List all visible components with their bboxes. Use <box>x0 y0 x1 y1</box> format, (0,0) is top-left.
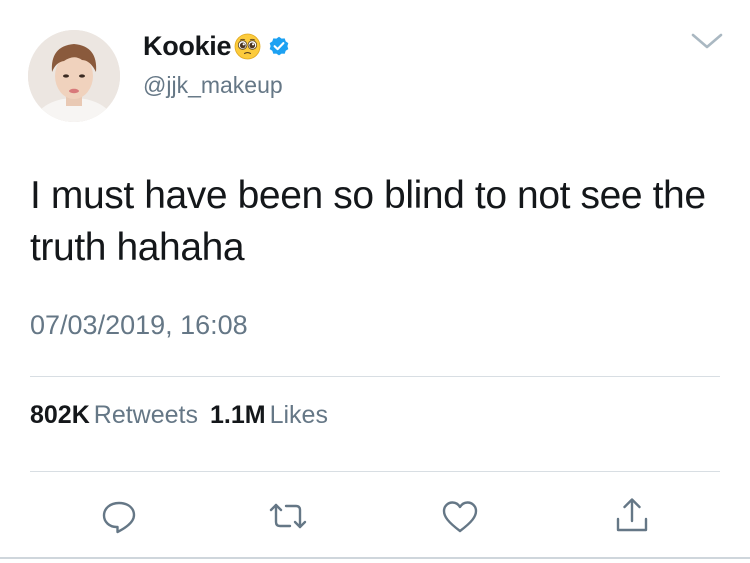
name-row: Kookie <box>143 29 290 63</box>
retweets-label: Retweets <box>93 401 198 429</box>
handle[interactable]: @jjk_makeup <box>143 72 283 99</box>
tweet-text: I must have been so blind to not see the… <box>30 174 706 269</box>
likes-count: 1.1M <box>209 401 266 429</box>
retweet-icon <box>269 503 307 529</box>
reply-button[interactable] <box>98 495 142 539</box>
likes-label: Likes <box>269 401 328 429</box>
action-bar <box>0 495 750 541</box>
verified-badge-icon <box>268 35 290 57</box>
pleading-face-icon <box>234 33 261 60</box>
retweet-button[interactable] <box>266 495 310 539</box>
display-name[interactable]: Kookie <box>143 31 232 62</box>
share-button[interactable] <box>610 495 654 539</box>
likes-stat[interactable]: 1.1M Likes <box>210 401 328 430</box>
retweets-stat[interactable]: 802K Retweets <box>30 401 198 430</box>
divider <box>30 376 720 377</box>
bottom-border <box>0 557 750 559</box>
divider <box>30 471 720 472</box>
engagement-stats: 802K Retweets 1.1M Likes <box>30 401 328 430</box>
share-icon <box>616 498 648 532</box>
like-button[interactable] <box>438 495 482 539</box>
avatar[interactable] <box>28 30 120 122</box>
reply-icon <box>102 501 136 534</box>
chevron-down-icon[interactable] <box>690 31 724 51</box>
avatar-image <box>28 30 120 122</box>
retweets-count: 802K <box>30 401 90 429</box>
heart-icon <box>442 501 478 533</box>
timestamp[interactable]: 07/03/2019, 16:08 <box>30 310 248 341</box>
